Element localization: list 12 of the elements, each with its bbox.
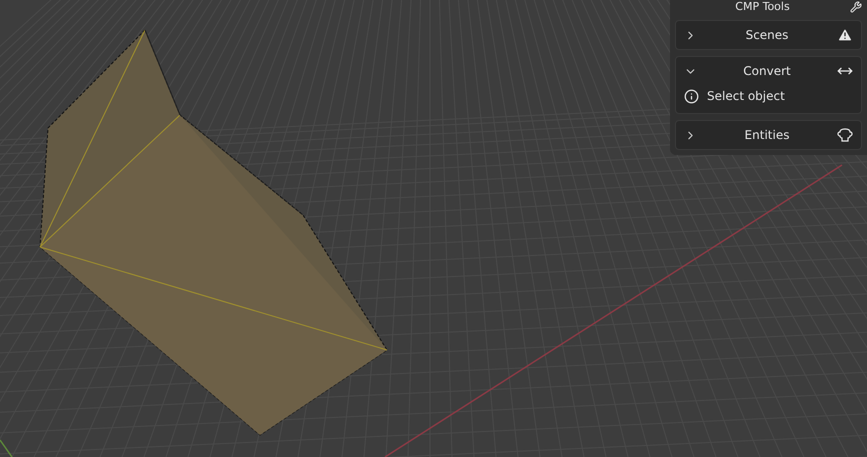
info-message: Select object bbox=[707, 88, 785, 105]
wrench-icon bbox=[850, 1, 862, 13]
panel-header-title: Convert bbox=[742, 63, 792, 80]
monkey-head-icon bbox=[837, 127, 853, 143]
panel-header-title: Entities bbox=[744, 127, 790, 144]
panel-title: CMP Tools bbox=[734, 0, 791, 14]
panel-header[interactable]: Scenes bbox=[676, 21, 861, 49]
panel-header-title: Scenes bbox=[744, 27, 790, 44]
warning-icon bbox=[837, 27, 853, 43]
info-icon bbox=[684, 88, 699, 104]
panel-header[interactable]: Convert bbox=[676, 57, 861, 85]
panel-header[interactable]: Entities bbox=[676, 121, 861, 149]
